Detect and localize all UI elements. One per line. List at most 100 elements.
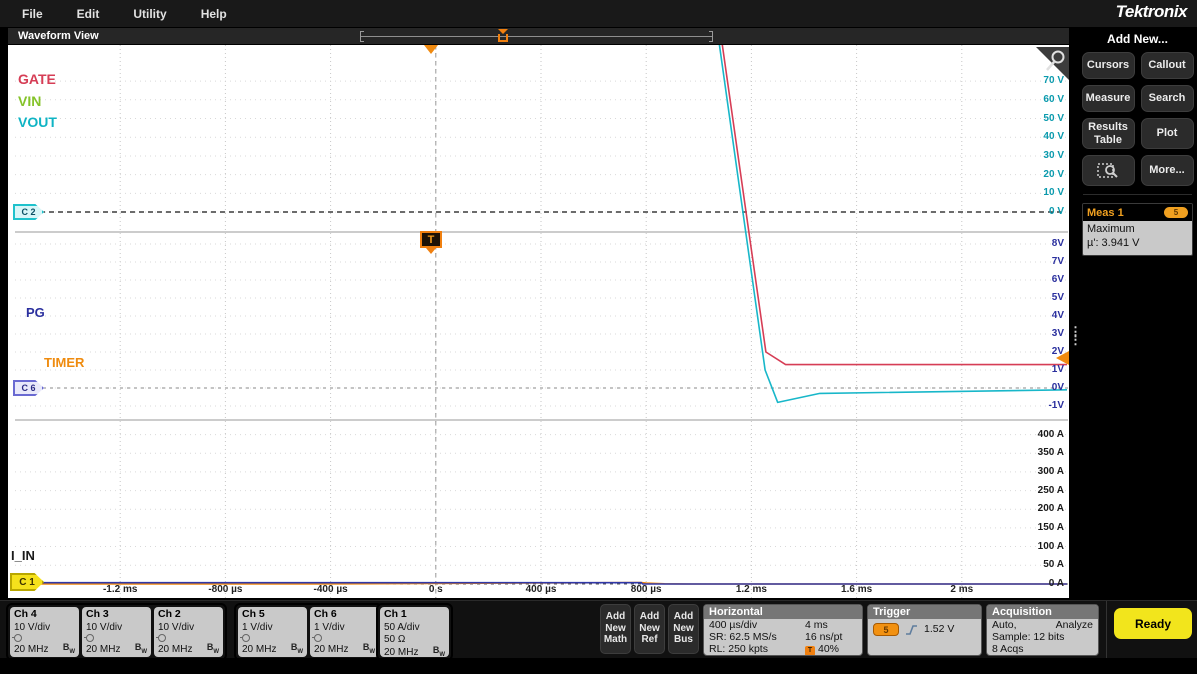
callout-button[interactable]: Callout xyxy=(1141,52,1194,79)
volts-high-axis-label: 20 V xyxy=(1043,169,1064,181)
channel-group-2-3-4: Ch 4 10 V/div 20 MHzBW Ch 3 10 V/div 20 … xyxy=(6,603,227,661)
channel-badge-ch6[interactable]: Ch 6 1 V/div 20 MHzBW xyxy=(310,607,379,657)
acquisition-sample: Sample: 12 bits xyxy=(987,631,1098,643)
add-new-math-label: Add New Math xyxy=(604,611,627,645)
horizontal-panel[interactable]: Horizontal 400 µs/div4 ms SR: 62.5 MS/s1… xyxy=(703,604,863,656)
channel-badge-ch2[interactable]: Ch 2 10 V/div 20 MHzBW xyxy=(154,607,223,657)
time-axis-label: 0 s xyxy=(429,584,443,595)
record-length: RL: 250 kpts xyxy=(709,643,805,655)
volts-low-axis-label: 4V xyxy=(1052,310,1064,322)
probe-icon xyxy=(14,634,22,642)
probe-icon xyxy=(86,634,94,642)
volts-high-axis-label: 50 V xyxy=(1043,113,1064,125)
volts-low-axis-label: 5V xyxy=(1052,292,1064,304)
gate-trace xyxy=(15,45,1067,365)
acquisition-analyze: Analyze xyxy=(1056,619,1093,631)
meas1-source-badge: 5 xyxy=(1164,207,1188,218)
channel-scale: 10 V/div xyxy=(86,622,147,634)
amps-axis-label: 150 A xyxy=(1038,522,1064,534)
channel-badge-ch4[interactable]: Ch 4 10 V/div 20 MHzBW xyxy=(10,607,79,657)
pg-trace-label: PG xyxy=(26,305,45,320)
channel-group-5-6: Ch 5 1 V/div 20 MHzBW Ch 6 1 V/div 20 MH… xyxy=(234,603,383,661)
cursors-button[interactable]: Cursors xyxy=(1082,52,1135,79)
volts-high-axis-label: 40 V xyxy=(1043,131,1064,143)
panel-divider[interactable] xyxy=(1069,28,1078,600)
horizontal-pan-scrollbar[interactable] xyxy=(360,31,713,42)
oscilloscope-screen: File Edit Utility Help Tektronix Wavefor… xyxy=(0,0,1197,674)
channel-badge-ch1[interactable]: Ch 1 50 A/div 50 Ω 20 MHzBW xyxy=(380,607,449,657)
trigger-t-badge[interactable]: T xyxy=(420,231,442,248)
meas1-title: Meas 1 xyxy=(1087,207,1124,219)
bus-color-strip xyxy=(673,607,694,610)
volts-high-axis-label: 10 V xyxy=(1043,187,1064,199)
menu-utility[interactable]: Utility xyxy=(133,7,166,21)
measure-button[interactable]: Measure xyxy=(1082,85,1135,112)
meas1-header: Meas 1 5 xyxy=(1083,204,1192,221)
scrollbar-track xyxy=(360,36,713,37)
bottom-black-strip xyxy=(0,658,1197,674)
channel-badge-ch3[interactable]: Ch 3 10 V/div 20 MHzBW xyxy=(82,607,151,657)
bandwidth-limit-icon: BW xyxy=(291,642,303,658)
waveform-plot-area[interactable]: T C 2 C 6 C 1 70 V60 V50 V40 V30 V20 V10… xyxy=(8,45,1072,598)
results-table-button[interactable]: Results Table xyxy=(1082,118,1135,149)
waveform-view-window: Waveform View T C 2 C 6 C 1 xyxy=(8,28,1072,598)
i_in-trace-label: I_IN xyxy=(11,548,35,563)
meas1-result-card[interactable]: Meas 1 5 Maximum µ': 3.941 V xyxy=(1082,203,1193,256)
add-new-bus-button[interactable]: Add New Bus xyxy=(668,604,699,654)
channel-scale: 1 V/div xyxy=(314,622,375,634)
time-axis-label: -800 µs xyxy=(208,584,242,595)
bandwidth-limit-icon: BW xyxy=(433,645,445,657)
results-bar: Add New... Cursors Callout Measure Searc… xyxy=(1078,28,1197,600)
volts-low-axis-label: 3V xyxy=(1052,328,1064,340)
vout-trace xyxy=(15,45,1067,402)
tektronix-logo: Tektronix xyxy=(1116,2,1187,22)
probe-icon xyxy=(158,634,166,642)
rising-edge-icon xyxy=(905,623,918,636)
acquisition-panel-title: Acquisition xyxy=(987,605,1098,619)
trigger-position-icon[interactable] xyxy=(424,45,438,54)
menu-edit[interactable]: Edit xyxy=(77,7,100,21)
ready-status-button[interactable]: Ready xyxy=(1114,608,1192,639)
amps-axis-label: 200 A xyxy=(1038,503,1064,515)
channel-name: Ch 3 xyxy=(82,607,151,622)
vin-trace-label: VIN xyxy=(18,93,41,109)
add-new-math-button[interactable]: Add New Math xyxy=(600,604,631,654)
channel-bandwidth: 20 MHz xyxy=(86,644,120,656)
sidebar-separator xyxy=(1083,194,1192,195)
panel-divider-handle-icon[interactable]: ⋮⋮ xyxy=(1069,328,1078,344)
scrollbar-right-cap xyxy=(709,31,713,42)
math-color-strip xyxy=(605,607,626,610)
menu-file[interactable]: File xyxy=(22,7,43,21)
acquisition-mode: Auto, xyxy=(992,619,1056,631)
add-new-bus-label: Add New Bus xyxy=(673,611,694,645)
amps-axis-label: 350 A xyxy=(1038,447,1064,459)
menu-help[interactable]: Help xyxy=(201,7,227,21)
trigger-t-badge-pointer xyxy=(426,248,436,254)
meas1-value: µ': 3.941 V xyxy=(1087,237,1188,251)
amps-axis-label: 400 A xyxy=(1038,429,1064,441)
acquisition-panel[interactable]: Acquisition Auto,Analyze Sample: 12 bits… xyxy=(986,604,1099,656)
bandwidth-limit-icon: BW xyxy=(207,642,219,658)
waveform-traces-svg xyxy=(15,45,1068,598)
volts-low-axis-label: 1V xyxy=(1052,364,1064,376)
search-button[interactable]: Search xyxy=(1141,85,1194,112)
add-new-ref-button[interactable]: Add New Ref xyxy=(634,604,665,654)
channel-badge-ch5[interactable]: Ch 5 1 V/div 20 MHzBW xyxy=(238,607,307,657)
probe-icon xyxy=(314,634,322,642)
more-button[interactable]: More... xyxy=(1141,155,1194,186)
trigger-panel[interactable]: Trigger 5 1.52 V xyxy=(867,604,982,656)
add-new-buttons: Cursors Callout Measure Search Results T… xyxy=(1081,52,1194,186)
amps-axis-label: 300 A xyxy=(1038,466,1064,478)
amps-axis-label: 50 A xyxy=(1043,559,1064,571)
channel-bandwidth: 20 MHz xyxy=(314,644,348,656)
time-axis-label: 800 µs xyxy=(631,584,662,595)
horizontal-scale: 400 µs/div xyxy=(709,619,805,631)
plot-button[interactable]: Plot xyxy=(1141,118,1194,149)
horizontal-window: 4 ms xyxy=(805,619,857,631)
zoom-box-icon xyxy=(1096,161,1120,181)
zoom-overlay-button[interactable] xyxy=(1082,155,1135,186)
channel-impedance: 50 Ω xyxy=(384,634,445,646)
volts-low-axis-label: 7V xyxy=(1052,256,1064,268)
volts-low-axis-label: 6V xyxy=(1052,274,1064,286)
expansion-point-icon[interactable] xyxy=(498,34,508,42)
